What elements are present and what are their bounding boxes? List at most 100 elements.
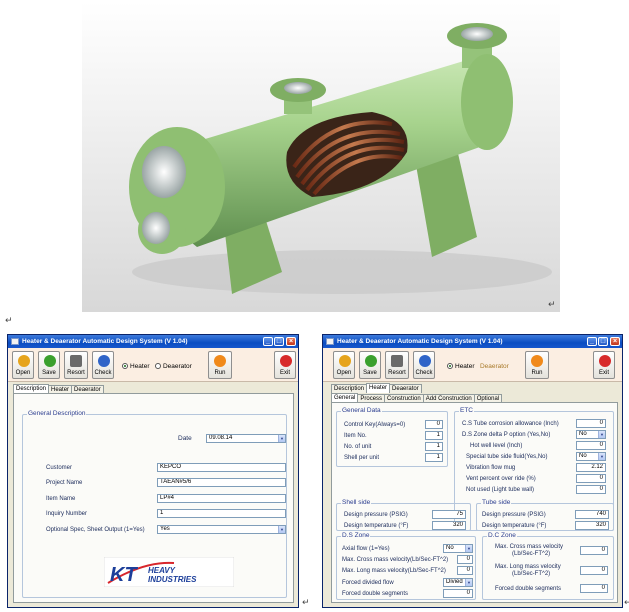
- date-value: 09.08.14: [209, 435, 233, 441]
- check-icon: [98, 355, 110, 367]
- exit-label: Exit: [279, 370, 290, 376]
- toolbar: Open Save Resort Check Heater Deaerator …: [8, 348, 298, 382]
- maximize-button[interactable]: □: [598, 337, 608, 346]
- ds-zone-delta-p-select[interactable]: No ▼: [576, 430, 606, 439]
- not-used-field[interactable]: 0: [576, 485, 606, 494]
- deaerator-radio[interactable]: Deaerator: [154, 363, 192, 370]
- shell-design-pressure-field[interactable]: 75: [432, 510, 466, 519]
- forced-divided-flow-select[interactable]: Divied ▼: [443, 578, 473, 587]
- deaerator-label: Deaerator: [479, 363, 509, 370]
- tab-heater[interactable]: Heater: [366, 383, 391, 393]
- open-button[interactable]: Open: [12, 351, 34, 379]
- shell-per-unit-field[interactable]: 1: [425, 453, 443, 462]
- minimize-button[interactable]: _: [587, 337, 597, 346]
- shell-design-temperature-label: Design temperature (°F): [344, 523, 409, 529]
- paragraph-mark: ↵: [548, 300, 556, 310]
- minimize-button[interactable]: _: [263, 337, 273, 346]
- tube-design-pressure-label: Design pressure (PSIG): [482, 512, 546, 518]
- vent-percent-field[interactable]: 0: [576, 474, 606, 483]
- exit-button[interactable]: Exit: [274, 351, 296, 379]
- optional-spec-select[interactable]: Yes ▼: [157, 525, 286, 534]
- maximize-button[interactable]: □: [274, 337, 284, 346]
- axial-flow-label: Axial flow (1=Yes): [342, 546, 390, 552]
- heater-radio[interactable]: Heater: [447, 363, 475, 370]
- check-button[interactable]: Check: [92, 351, 114, 379]
- open-icon: [339, 355, 351, 367]
- open-icon: [18, 355, 30, 367]
- group-title: D.S Zone: [341, 532, 371, 539]
- vent-percent-label: Vent percent over ride (%): [466, 476, 536, 482]
- no-of-unit-field[interactable]: 1: [425, 442, 443, 451]
- tube-design-temperature-field[interactable]: 320: [575, 521, 609, 530]
- dc-cross-mass-velocity-field[interactable]: 0: [580, 546, 608, 555]
- chevron-down-icon[interactable]: ▼: [278, 526, 285, 533]
- save-icon: [44, 355, 56, 367]
- dc-cross-mass-velocity-unit: (Lb/Sec-FT^2): [512, 551, 551, 557]
- save-icon: [365, 355, 377, 367]
- resort-button[interactable]: Resort: [385, 351, 409, 379]
- item-name-field[interactable]: LP#4: [157, 494, 286, 503]
- check-label: Check: [415, 370, 433, 376]
- description-window: Heater & Deaerator Automatic Design Syst…: [7, 334, 299, 608]
- check-label: Check: [94, 370, 112, 376]
- ds-zone-delta-p-value: No: [579, 431, 587, 437]
- hot-well-level-label: Hot well level (Inch): [470, 443, 523, 449]
- ds-forced-double-segments-field[interactable]: 0: [443, 589, 473, 598]
- inquiry-number-field[interactable]: 1: [157, 509, 286, 518]
- ds-long-mass-velocity-label: Max. Long mass velocity(Lb/Sec-FT^2): [342, 568, 446, 574]
- axial-flow-value: No: [446, 545, 454, 551]
- resort-icon: [70, 355, 82, 367]
- chevron-down-icon[interactable]: ▼: [278, 435, 285, 442]
- save-button[interactable]: Save: [38, 351, 60, 379]
- save-label: Save: [363, 370, 377, 376]
- run-icon: [214, 355, 226, 367]
- forced-divided-flow-label: Forced divided flow: [342, 580, 394, 586]
- axial-flow-select[interactable]: No ▼: [443, 544, 473, 553]
- dc-long-mass-velocity-field[interactable]: 0: [580, 566, 608, 575]
- paragraph-mark: ↵: [624, 598, 629, 608]
- logo-letters: KT: [110, 564, 138, 586]
- mode-selector: Heater Deaerator: [122, 363, 192, 370]
- deaerator-radio[interactable]: Deaerator: [480, 363, 509, 370]
- date-field[interactable]: 09.08.14 ▼: [206, 434, 286, 443]
- heat-exchanger-render: [82, 2, 560, 312]
- run-icon: [531, 355, 543, 367]
- tab-deaerator[interactable]: Deaerator: [389, 384, 422, 393]
- run-button[interactable]: Run: [525, 351, 549, 379]
- shell-design-temperature-field[interactable]: 320: [432, 521, 466, 530]
- item-no-field[interactable]: 1: [425, 431, 443, 440]
- control-key-field[interactable]: 0: [425, 420, 443, 429]
- open-label: Open: [15, 370, 31, 376]
- chevron-down-icon[interactable]: ▼: [465, 545, 472, 552]
- run-button[interactable]: Run: [208, 351, 232, 379]
- optional-spec-value: Yes: [160, 526, 170, 532]
- optional-spec-label: Optional Spec, Sheet Output (1=Yes): [46, 527, 145, 533]
- customer-field[interactable]: KEPCO: [157, 463, 286, 472]
- resort-button[interactable]: Resort: [64, 351, 88, 379]
- open-button[interactable]: Open: [333, 351, 355, 379]
- group-title: General Description: [27, 410, 87, 417]
- cs-tube-corrosion-field[interactable]: 0: [576, 419, 606, 428]
- mode-selector: Heater Deaerator: [447, 363, 509, 370]
- project-name-field[interactable]: TAEAN#5/6: [157, 478, 286, 487]
- exit-button[interactable]: Exit: [593, 351, 615, 379]
- dc-forced-double-segments-field[interactable]: 0: [580, 584, 608, 593]
- hot-well-level-field[interactable]: 0: [576, 441, 606, 450]
- save-button[interactable]: Save: [359, 351, 381, 379]
- open-label: Open: [336, 370, 352, 376]
- heater-radio[interactable]: Heater: [122, 363, 150, 370]
- ds-cross-mass-velocity-field[interactable]: 0: [457, 555, 473, 564]
- chevron-down-icon[interactable]: ▼: [465, 579, 472, 586]
- ds-long-mass-velocity-field[interactable]: 0: [457, 566, 473, 575]
- close-button[interactable]: ×: [610, 337, 620, 346]
- close-button[interactable]: ×: [286, 337, 296, 346]
- no-of-unit-label: No. of unit: [344, 444, 372, 450]
- check-button[interactable]: Check: [413, 351, 435, 379]
- item-no-label: Item No.: [344, 433, 367, 439]
- tab-description[interactable]: Description: [331, 384, 368, 393]
- chevron-down-icon[interactable]: ▼: [598, 431, 605, 438]
- special-tube-fluid-select[interactable]: No ▼: [576, 452, 606, 461]
- tube-design-pressure-field[interactable]: 740: [575, 510, 609, 519]
- chevron-down-icon[interactable]: ▼: [598, 453, 605, 460]
- vibration-flow-field[interactable]: 2.12: [576, 463, 606, 472]
